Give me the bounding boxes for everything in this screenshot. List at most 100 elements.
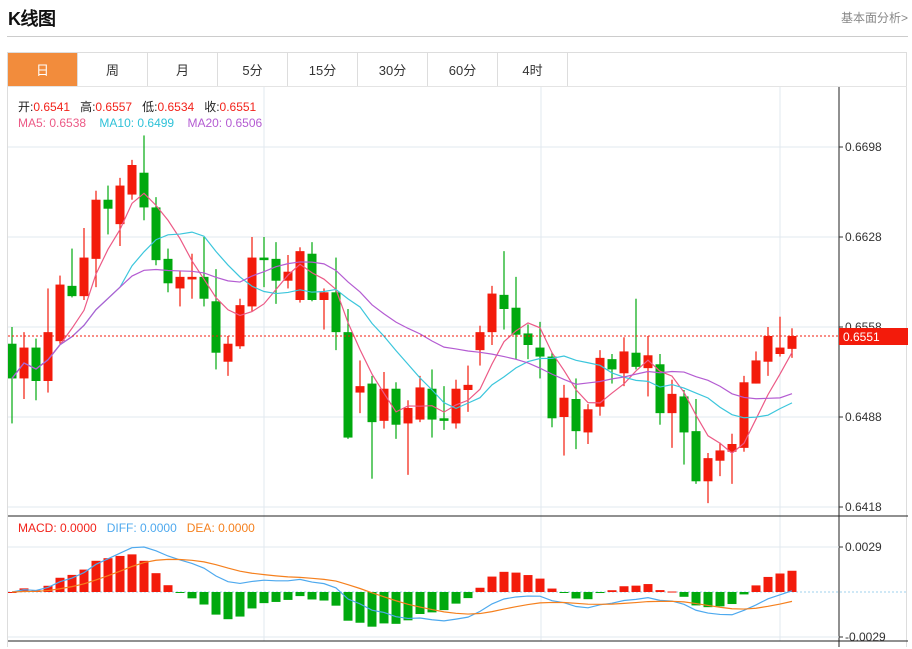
macd-bar (271, 592, 281, 602)
macd-bar (715, 592, 725, 607)
candle-body (679, 396, 689, 433)
candle (547, 352, 557, 428)
candle (67, 248, 77, 298)
candle-body (211, 301, 221, 353)
candle (79, 228, 89, 300)
low-value: 0.6534 (157, 100, 195, 114)
header-divider (7, 36, 908, 37)
macd-bar (187, 592, 197, 599)
candle-body (319, 292, 329, 300)
candle-body (523, 333, 533, 345)
macd-bar (223, 592, 233, 620)
macd-bar (643, 584, 653, 592)
tab-30min[interactable]: 30分 (358, 53, 428, 86)
candle-body (607, 359, 617, 370)
candle-body (55, 284, 65, 342)
candle-body (355, 386, 365, 393)
tab-day[interactable]: 日 (8, 53, 78, 86)
candle (655, 354, 665, 425)
macd-bar (607, 590, 617, 592)
macd-bar (571, 592, 581, 599)
tab-4hour[interactable]: 4时 (498, 53, 568, 86)
candle-body (235, 305, 245, 347)
candle (19, 332, 29, 399)
macd-bar (415, 592, 425, 614)
macd-bar (499, 571, 509, 592)
candle (715, 442, 725, 477)
macd-bar (235, 592, 245, 617)
candle-body (715, 450, 725, 461)
macd-bar (727, 592, 737, 605)
candle (679, 390, 689, 465)
tab-week[interactable]: 周 (78, 53, 148, 86)
dea-legend-value: DEA: 0.0000 (186, 521, 255, 535)
candle (355, 360, 365, 414)
candle-body (499, 294, 509, 309)
macd-bar (463, 592, 473, 599)
candle (403, 400, 413, 475)
candle-body (247, 257, 257, 307)
tab-60min[interactable]: 60分 (428, 53, 498, 86)
candle (703, 453, 713, 504)
kline-svg[interactable]: 0.66980.66280.65580.64880.64180.65510.00… (8, 87, 908, 647)
candle (763, 327, 773, 376)
high-value: 0.6557 (95, 100, 133, 114)
macd-bar (115, 555, 125, 592)
candle (727, 433, 737, 484)
ma-legend: MA5: 0.6538 MA10: 0.6499 MA20: 0.6506 (18, 116, 262, 130)
candle-body (667, 393, 677, 414)
macd-bar (247, 592, 257, 609)
diff-legend-value: DIFF: 0.0000 (106, 521, 177, 535)
candle (379, 372, 389, 429)
candle (319, 288, 329, 330)
candle-body (763, 336, 773, 362)
macd-bar (127, 554, 137, 592)
candle-body (571, 399, 581, 432)
close-label: 收: (204, 100, 220, 114)
candle (643, 336, 653, 397)
candle (367, 375, 377, 479)
macd-bar (55, 577, 65, 592)
candle-body (631, 352, 641, 367)
open-label: 开: (18, 100, 34, 114)
macd-bar (211, 592, 221, 615)
ma20-line (11, 261, 793, 400)
candle-body (103, 199, 113, 209)
candle (175, 270, 185, 307)
macd-bar (259, 592, 269, 604)
candle (523, 324, 533, 360)
macd-bar (475, 587, 485, 592)
ma5-legend: MA5: 0.6538 (18, 116, 87, 130)
macd-bar (559, 592, 569, 593)
macd-bar (331, 592, 341, 606)
candle-body (127, 165, 137, 195)
candle (55, 275, 65, 344)
candle-body (559, 397, 569, 417)
candle (631, 298, 641, 370)
candle-body (691, 431, 701, 482)
macd-bar (775, 573, 785, 592)
candle-body (295, 251, 305, 300)
tab-month[interactable]: 月 (148, 53, 218, 86)
fundamental-analysis-link[interactable]: 基本面分析> (841, 9, 908, 26)
candle-body (79, 257, 89, 297)
candle-body (367, 383, 377, 423)
candle-body (547, 356, 557, 419)
macd-bar (511, 572, 521, 592)
price-tick-label: 0.6418 (845, 500, 882, 514)
macd-bar (535, 578, 545, 592)
kline-chart[interactable]: 0.6698 0.6628 0.6558 0.6488 0.6418 0.6551 0.00… (7, 87, 908, 647)
macd-bar (667, 591, 677, 593)
candle (139, 135, 149, 221)
ma10-legend: MA10: 0.6499 (99, 116, 175, 130)
macd-tick-label: 0.0029 (845, 540, 882, 554)
candle (583, 404, 593, 444)
candle-body (343, 332, 353, 438)
candle (595, 350, 605, 416)
macd-bar (679, 592, 689, 597)
macd-bar (151, 573, 161, 592)
tab-5min[interactable]: 5分 (218, 53, 288, 86)
candle (415, 375, 425, 423)
candle-body (787, 336, 797, 349)
tab-15min[interactable]: 15分 (288, 53, 358, 86)
